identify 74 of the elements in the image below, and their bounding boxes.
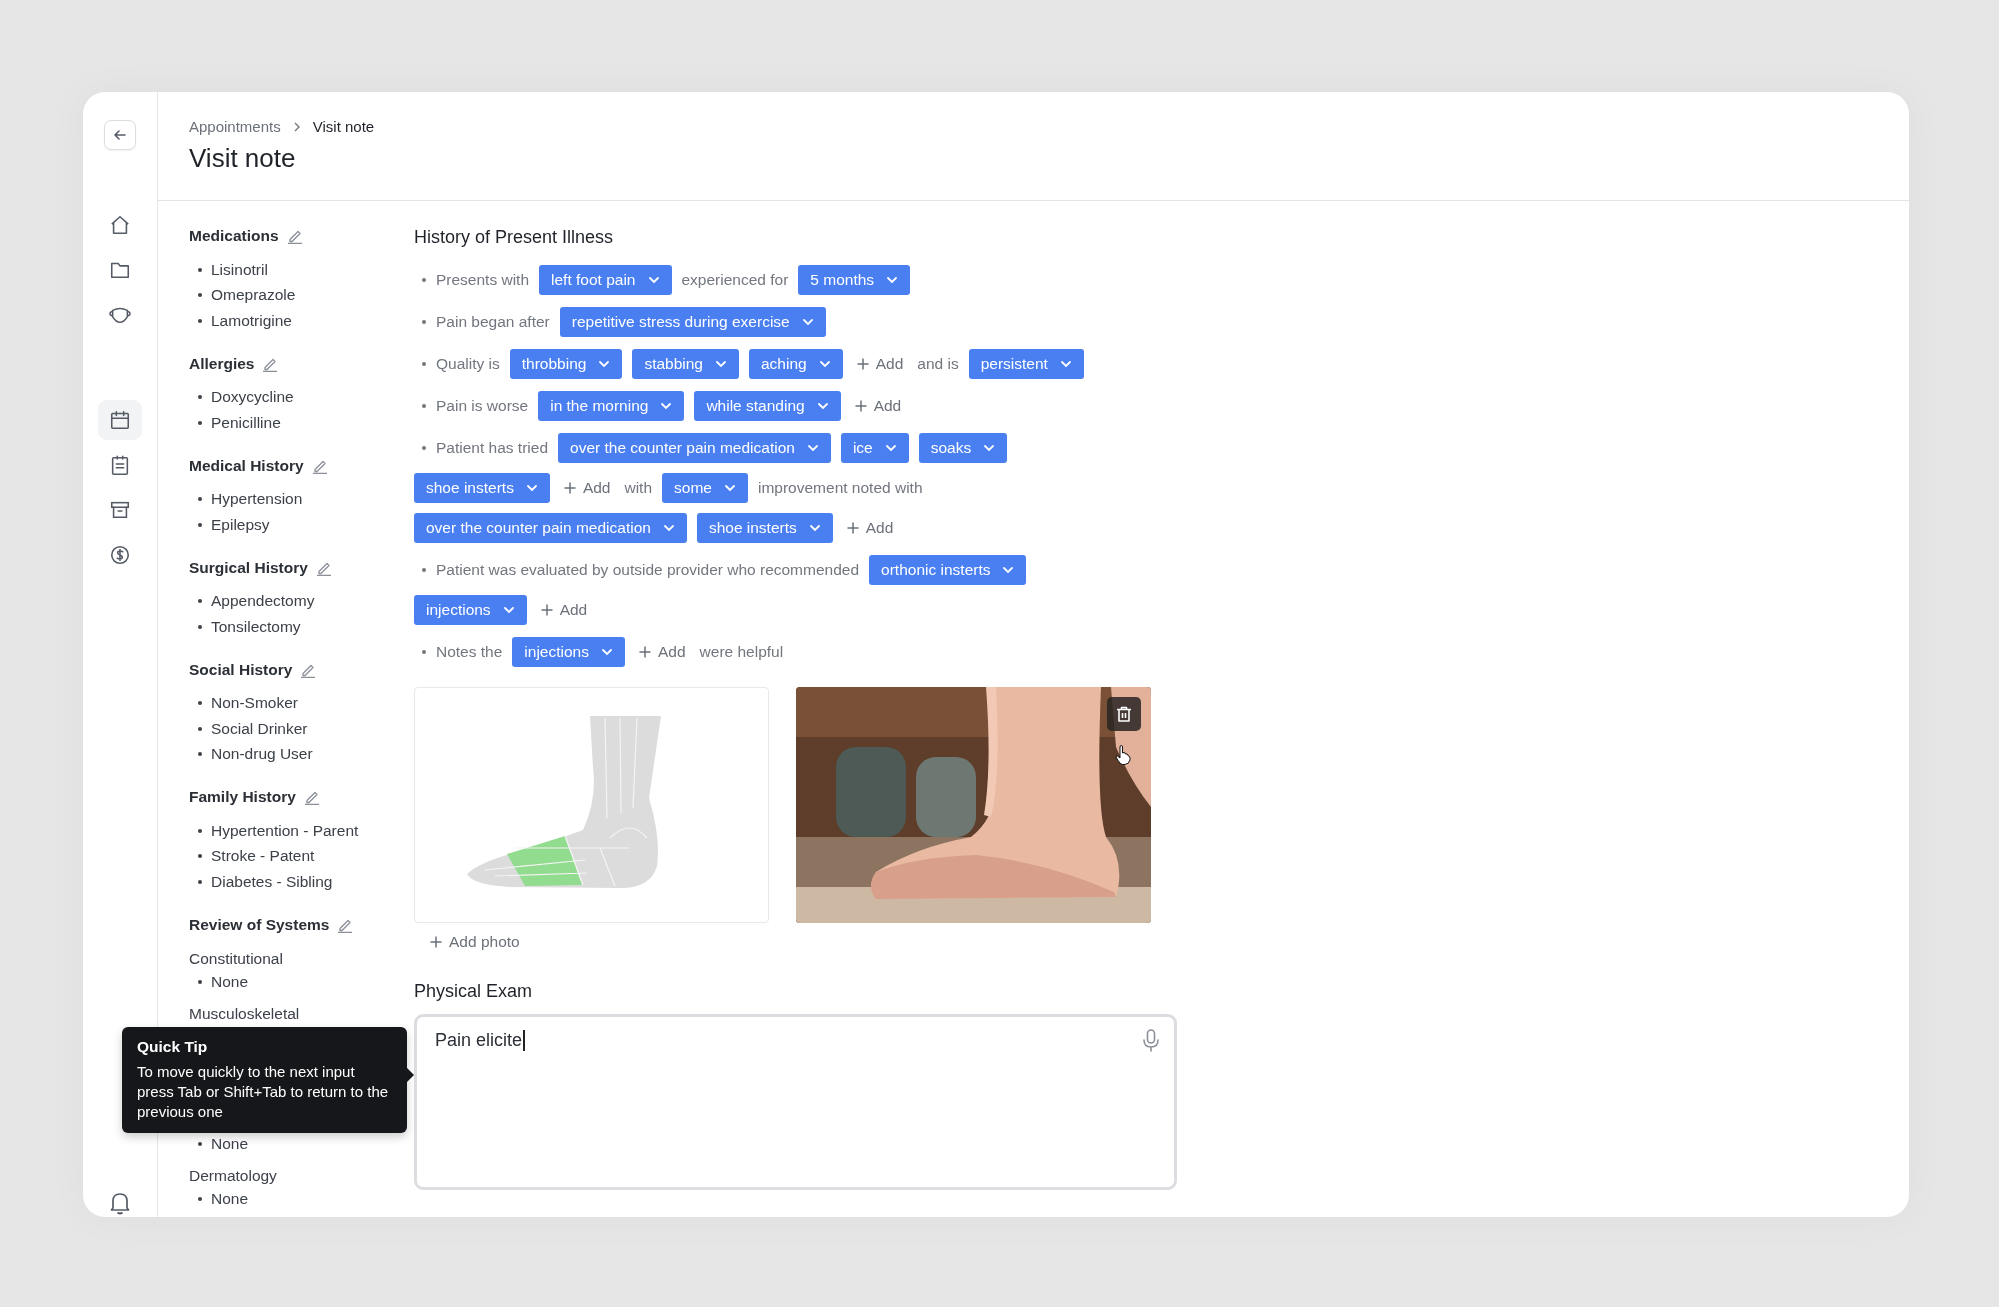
list-item: None	[211, 1190, 249, 1209]
sentence-text: Patient has tried	[436, 439, 548, 457]
add-button[interactable]: Add photo	[426, 933, 524, 951]
list-item: Non-Smoker	[211, 694, 298, 713]
list-item: Lamotrigine	[211, 311, 292, 330]
list-item: Non-drug User	[211, 745, 313, 764]
add-button[interactable]: Add	[852, 355, 908, 373]
option-dropdown[interactable]: injections	[512, 637, 625, 667]
option-dropdown[interactable]: shoe insterts	[696, 513, 833, 543]
breadcrumb-link[interactable]: Appointments	[189, 118, 281, 135]
option-dropdown[interactable]: repetitive stress during exercise	[559, 307, 826, 337]
list-item: Lisinotril	[211, 260, 268, 279]
option-dropdown[interactable]: throbbing	[509, 349, 623, 379]
option-dropdown[interactable]: shoe insterts	[414, 473, 550, 503]
option-dropdown[interactable]: over the counter pain medication	[414, 513, 687, 543]
tooltip-text: To move quickly to the next input press Tab or Shift+Tab to return to the previous one	[137, 1062, 390, 1122]
sentence-text: were helpful	[699, 643, 784, 661]
option-dropdown[interactable]: injections	[414, 595, 527, 625]
section-heading: Social History	[189, 660, 293, 679]
section-heading: Medical History	[189, 456, 304, 475]
group-label: Dermatology	[189, 1166, 277, 1185]
add-button[interactable]: Add	[842, 519, 898, 537]
list-item: None	[211, 1134, 249, 1153]
tooltip-title: Quick Tip	[137, 1038, 209, 1056]
group-label: Constitutional	[189, 949, 283, 968]
sentence-text: with	[624, 479, 653, 497]
section-heading: Family History	[189, 788, 296, 806]
section-heading: Review of Systems	[189, 915, 330, 934]
section-heading: Physical Exam	[414, 981, 534, 1002]
list-item: Hypertension	[211, 490, 303, 509]
page-title: Visit note	[189, 143, 297, 174]
list-item: Appendectomy	[211, 592, 315, 611]
option-dropdown[interactable]: soaks	[918, 433, 1008, 463]
add-button[interactable]: Add	[850, 397, 906, 415]
section-heading: Allergies	[189, 354, 255, 373]
option-dropdown[interactable]: stabbing	[632, 349, 739, 379]
sentence-text: Quality is	[436, 355, 500, 373]
option-dropdown[interactable]: over the counter pain medication	[558, 433, 831, 463]
list-item: Diabetes - Sibling	[211, 872, 333, 891]
exam-text-field[interactable]: Pain elicite	[414, 1014, 1177, 1190]
option-dropdown[interactable]: in the morning	[538, 391, 685, 421]
section-heading: Medications	[189, 227, 279, 245]
sentence-text: Patient was evaluated by outside provider who recommended	[436, 561, 860, 579]
section-heading: Surgical History	[189, 558, 308, 577]
list-item: Penicilline	[211, 413, 281, 432]
option-dropdown[interactable]: orthonic insterts	[869, 555, 1027, 585]
sentence-text: Pain is worse	[436, 397, 529, 415]
sentence-text: and is	[917, 355, 959, 373]
option-dropdown[interactable]: while standing	[694, 391, 841, 421]
add-button[interactable]: Add	[536, 601, 592, 619]
sentence-text: Presents with	[436, 271, 530, 289]
sentence-text: Pain began after	[436, 313, 550, 331]
add-button[interactable]: Add	[635, 643, 690, 661]
sentence-text: improvement noted with	[757, 479, 923, 497]
list-item: Doxycycline	[211, 388, 294, 407]
list-item: Omeprazole	[211, 286, 296, 305]
option-dropdown[interactable]: 5 months	[798, 265, 911, 295]
list-item: Stroke - Patent	[211, 847, 315, 866]
sentence-text: Notes the	[436, 643, 503, 661]
option-dropdown[interactable]: some	[662, 473, 748, 503]
option-dropdown[interactable]: persistent	[968, 349, 1084, 379]
list-item: Social Drinker	[211, 719, 308, 738]
list-item: None	[211, 973, 249, 992]
section-heading: History of Present Illness	[414, 227, 615, 248]
group-label: Musculoskeletal	[189, 1005, 300, 1023]
list-item: Hypertention - Parent	[211, 821, 359, 840]
option-dropdown[interactable]: aching	[749, 349, 843, 379]
list-item: Tonsilectomy	[211, 617, 301, 636]
breadcrumb-link[interactable]: Visit note	[312, 118, 375, 135]
sentence-text: experienced for	[681, 271, 789, 289]
list-item: Epilepsy	[211, 515, 270, 534]
option-dropdown[interactable]: left foot pain	[539, 265, 672, 295]
option-dropdown[interactable]: ice	[840, 433, 909, 463]
add-button[interactable]: Add	[559, 479, 615, 497]
